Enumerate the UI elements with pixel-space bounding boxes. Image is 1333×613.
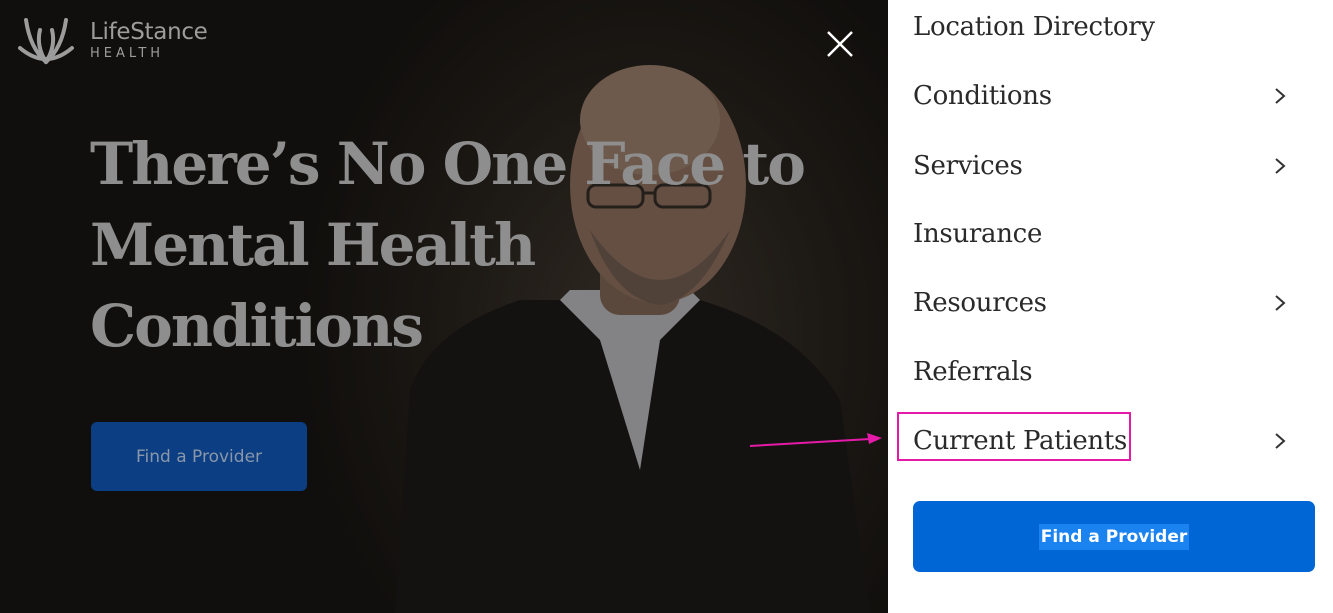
logo-name: LifeStance [90, 19, 208, 45]
menu-item-insurance[interactable]: Insurance [913, 209, 1303, 259]
menu-item-label: Referrals [913, 357, 1033, 387]
menu-item-referrals[interactable]: Referrals [913, 347, 1303, 397]
logo[interactable]: LifeStance HEALTH [16, 12, 208, 70]
menu-item-services[interactable]: Services [913, 141, 1303, 191]
hero-find-provider-button[interactable]: Find a Provider [91, 422, 307, 491]
chevron-right-icon [1275, 295, 1286, 311]
menu-item-conditions[interactable]: Conditions [913, 71, 1303, 121]
menu-item-label: Services [913, 151, 1023, 181]
chevron-right-icon [1275, 88, 1286, 104]
menu-item-resources[interactable]: Resources [913, 278, 1303, 328]
menu-item-label: Location Directory [913, 12, 1155, 42]
menu-find-provider-button[interactable]: Find a Provider [913, 501, 1315, 572]
hero-headline: There’s No One Face to Mental Health Con… [90, 130, 806, 360]
logo-subtitle: HEALTH [90, 46, 165, 61]
menu-item-location-directory[interactable]: Location Directory [913, 2, 1303, 52]
chevron-right-icon [1275, 433, 1286, 449]
lifestance-logo-icon [18, 18, 74, 64]
close-icon[interactable] [824, 28, 856, 60]
highlight-box [897, 412, 1131, 461]
annotation-arrow-icon [749, 433, 882, 447]
logo-wordmark: LifeStance HEALTH [90, 19, 208, 63]
menu-item-label: Conditions [913, 81, 1052, 111]
menu-item-label: Resources [913, 288, 1047, 318]
chevron-right-icon [1275, 158, 1286, 174]
menu-find-provider-label: Find a Provider [1038, 523, 1190, 550]
menu-item-label: Insurance [913, 219, 1043, 249]
hero-section: LifeStance HEALTH There’s No One Face to… [0, 0, 888, 613]
